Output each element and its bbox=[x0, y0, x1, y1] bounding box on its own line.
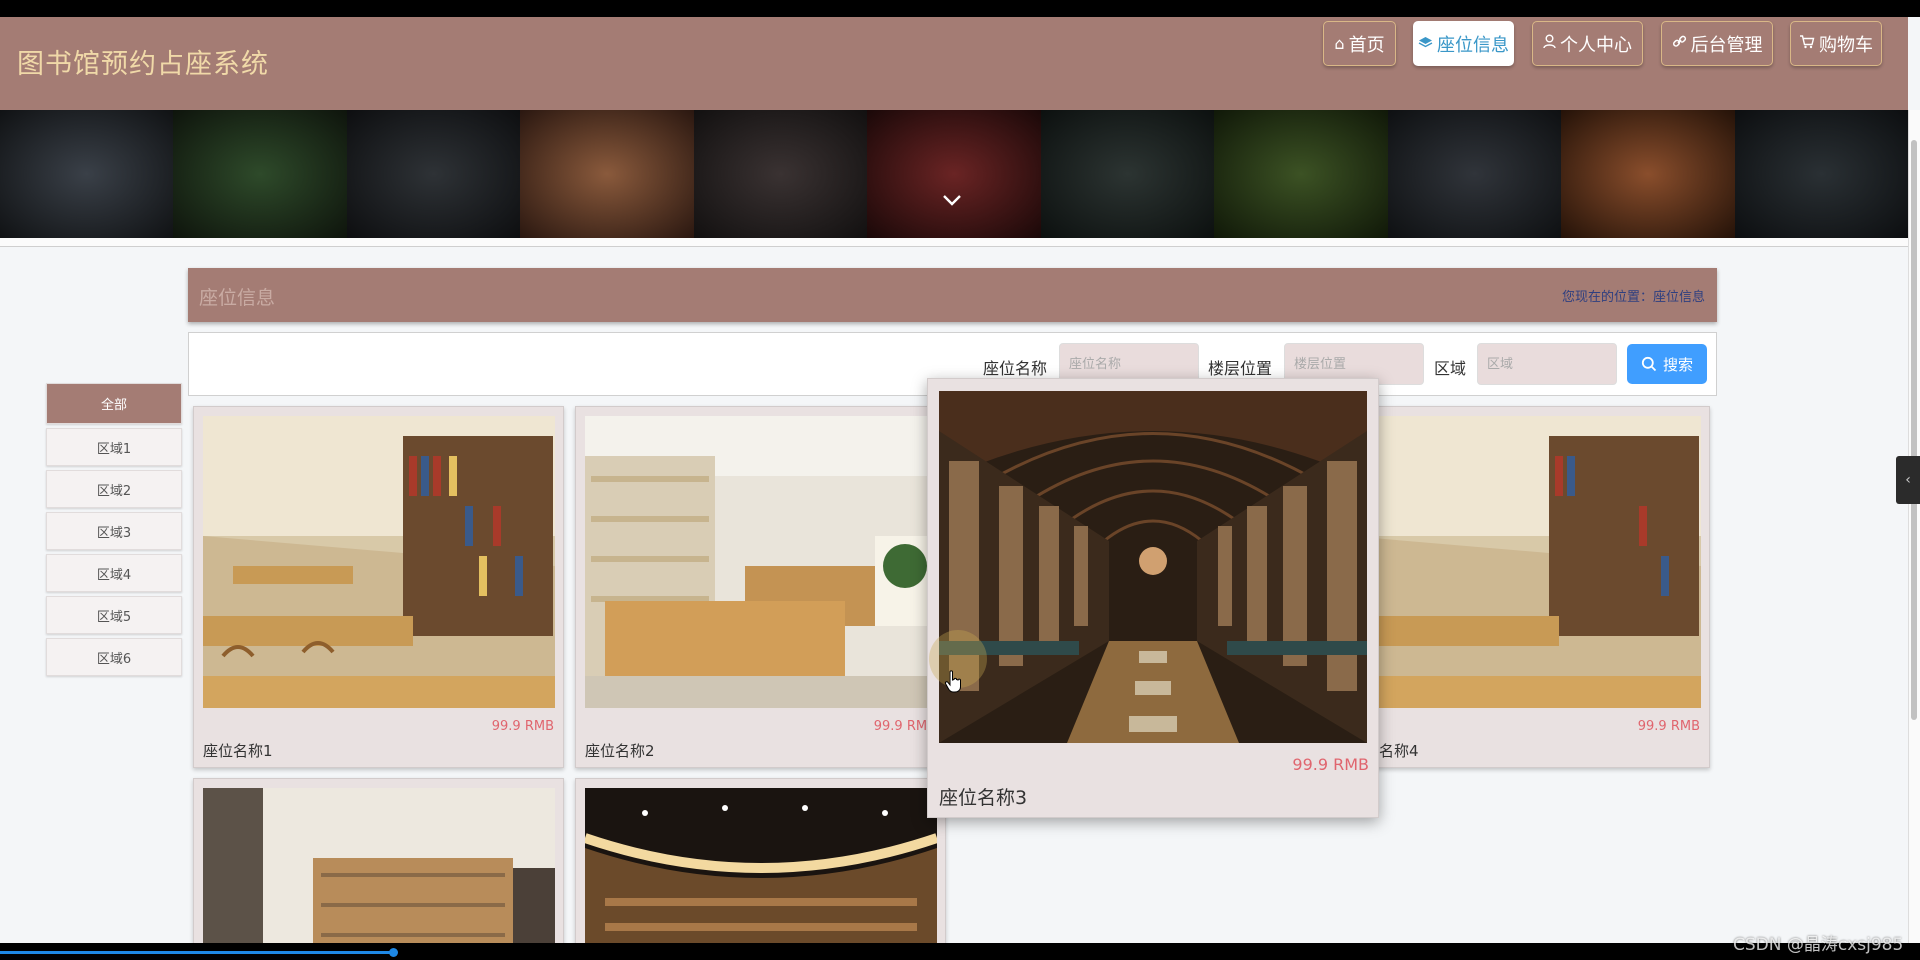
site-title: 图书馆预约占座系统 bbox=[17, 49, 269, 80]
user-icon bbox=[1543, 34, 1556, 53]
nav-admin[interactable]: 后台管理 bbox=[1661, 21, 1773, 66]
seat-photo bbox=[1349, 416, 1701, 708]
seat-price: 99.9 RMB bbox=[1292, 755, 1369, 774]
banner-book-spine bbox=[693, 110, 868, 238]
category-all[interactable]: 全部 bbox=[46, 383, 182, 424]
banner-book-spine bbox=[346, 110, 521, 238]
search-icon bbox=[1641, 356, 1657, 372]
seat-name: 座位名称3 bbox=[939, 787, 1028, 809]
banner-book-spine bbox=[1734, 110, 1908, 238]
category-area-1[interactable]: 区域1 bbox=[46, 428, 182, 466]
nav-cart[interactable]: 购物车 bbox=[1790, 21, 1882, 66]
banner-book-spine bbox=[1387, 110, 1562, 238]
seat-name: 座位名称1 bbox=[203, 742, 273, 760]
area-input[interactable] bbox=[1477, 343, 1617, 385]
seat-name-label: 座位名称 bbox=[983, 359, 1048, 378]
banner-book-spine bbox=[0, 110, 174, 238]
home-icon: ⌂ bbox=[1334, 34, 1345, 53]
hand-cursor-icon bbox=[944, 670, 961, 693]
breadcrumb-location: 您现在的位置：座位信息 bbox=[1562, 286, 1705, 305]
seat-price: 99.9 RMB bbox=[1637, 719, 1700, 734]
seat-card[interactable]: 99.9 RMB 座位名称2 bbox=[575, 406, 946, 768]
watermark: CSDN @晶涛cxsj985 bbox=[1733, 935, 1904, 955]
category-area-5[interactable]: 区域5 bbox=[46, 596, 182, 634]
seat-photo bbox=[203, 788, 555, 948]
seat-card-hovered[interactable]: 99.9 RMB 座位名称3 bbox=[927, 378, 1379, 818]
hero-banner bbox=[0, 110, 1908, 238]
seat-photo bbox=[585, 416, 937, 708]
chevron-down-icon[interactable] bbox=[940, 188, 964, 212]
nav-personal-center[interactable]: 个人中心 bbox=[1532, 21, 1643, 66]
search-button[interactable]: 搜索 bbox=[1627, 344, 1707, 384]
link-icon bbox=[1672, 34, 1687, 53]
seat-card[interactable]: 99.9 RMB 座位名称1 bbox=[193, 406, 564, 768]
seat-photo bbox=[939, 391, 1367, 743]
category-area-2[interactable]: 区域2 bbox=[46, 470, 182, 508]
seat-name: 座位名称2 bbox=[585, 742, 655, 760]
nav-home[interactable]: ⌂ 首页 bbox=[1323, 21, 1396, 66]
chevron-left-icon: ‹ bbox=[1905, 472, 1911, 488]
search-button-label: 搜索 bbox=[1662, 355, 1693, 374]
cart-icon bbox=[1799, 34, 1815, 53]
video-progress-handle[interactable] bbox=[389, 948, 398, 957]
seat-price: 99.9 RMB bbox=[491, 719, 554, 734]
category-area-3[interactable]: 区域3 bbox=[46, 512, 182, 550]
nav-label: 首页 bbox=[1348, 34, 1385, 56]
seat-card[interactable]: 99.9 RMB 座位名称4 bbox=[1339, 406, 1710, 768]
seat-card[interactable] bbox=[575, 778, 946, 948]
nav-label: 购物车 bbox=[1819, 34, 1873, 56]
banner-book-spine bbox=[173, 110, 347, 238]
nav-label: 后台管理 bbox=[1690, 34, 1763, 56]
nav-label: 座位信息 bbox=[1437, 34, 1509, 56]
category-area-4[interactable]: 区域4 bbox=[46, 554, 182, 592]
seat-photo bbox=[203, 416, 555, 708]
banner-divider bbox=[0, 238, 1908, 247]
scrollbar-thumb[interactable] bbox=[1911, 140, 1917, 720]
area-label: 区域 bbox=[1434, 359, 1467, 378]
banner-book-spine bbox=[1040, 110, 1215, 238]
nav-label: 个人中心 bbox=[1560, 34, 1632, 56]
banner-book-spine bbox=[867, 110, 1041, 238]
side-panel-toggle[interactable]: ‹ bbox=[1896, 456, 1920, 504]
video-progress-bar[interactable] bbox=[0, 951, 396, 954]
breadcrumb: 座位信息 您现在的位置：座位信息 bbox=[188, 268, 1717, 322]
window-top-bar bbox=[0, 0, 1920, 17]
seat-card[interactable] bbox=[193, 778, 564, 948]
floor-label: 楼层位置 bbox=[1208, 359, 1273, 378]
page-title: 座位信息 bbox=[199, 287, 276, 309]
nav-seat-info[interactable]: 座位信息 bbox=[1413, 21, 1514, 66]
breadcrumb-current[interactable]: 座位信息 bbox=[1653, 290, 1705, 305]
banner-book-spine bbox=[520, 110, 694, 238]
category-area-6[interactable]: 区域6 bbox=[46, 638, 182, 676]
banner-book-spine bbox=[1214, 110, 1388, 238]
banner-book-spine bbox=[1561, 110, 1735, 238]
layers-icon bbox=[1418, 34, 1433, 53]
seat-photo bbox=[585, 788, 937, 948]
breadcrumb-prefix: 您现在的位置： bbox=[1561, 290, 1653, 305]
